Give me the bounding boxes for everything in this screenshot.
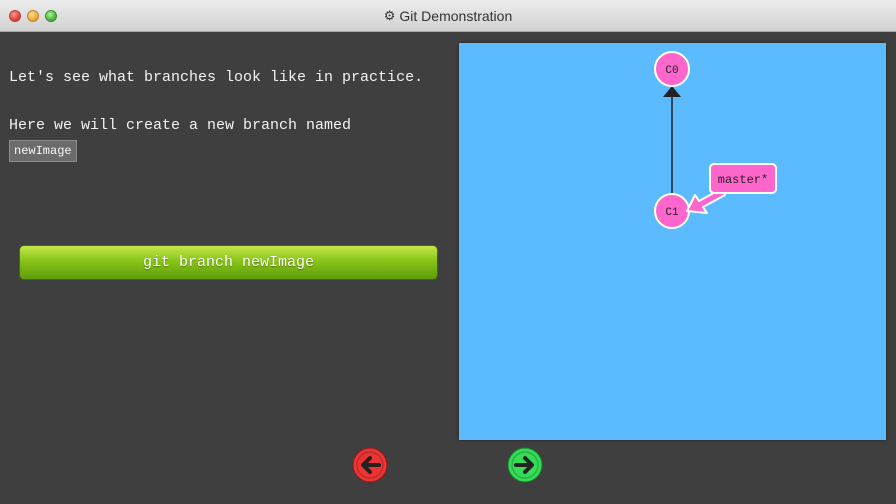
instruction-paragraph-2: Here we will create a new branch named (9, 117, 352, 134)
git-visualization-canvas: C0 C1 master* (459, 43, 886, 440)
app-window: ⚙ Git Demonstration Let's see what branc… (0, 0, 896, 504)
commit-graph: C0 C1 master* (654, 51, 777, 229)
window-title: Git Demonstration (399, 8, 513, 24)
instructions-panel: Let's see what branches look like in pra… (9, 66, 439, 163)
commit-label: C1 (665, 207, 679, 219)
commit-label: C0 (665, 65, 678, 77)
instruction-paragraph-1: Let's see what branches look like in pra… (9, 69, 424, 86)
commit-node-c0[interactable]: C0 (654, 51, 690, 87)
arrow-left-icon (352, 447, 388, 483)
command-label: git branch newImage (142, 254, 315, 271)
branch-label-master[interactable]: master* (686, 163, 777, 214)
previous-step-button[interactable] (352, 447, 388, 483)
next-step-button[interactable] (507, 447, 543, 483)
branch-label-text: master* (718, 173, 768, 187)
edge-arrowhead (663, 86, 681, 97)
title-bar: ⚙ Git Demonstration (0, 0, 896, 32)
arrow-right-icon (507, 447, 543, 483)
branch-name-code: newImage (9, 140, 77, 162)
commit-node-c1[interactable]: C1 (654, 193, 690, 229)
gear-icon: ⚙ (383, 8, 396, 23)
window-title-area: ⚙ Git Demonstration (0, 0, 896, 32)
run-command-button[interactable]: git branch newImage (19, 245, 438, 280)
